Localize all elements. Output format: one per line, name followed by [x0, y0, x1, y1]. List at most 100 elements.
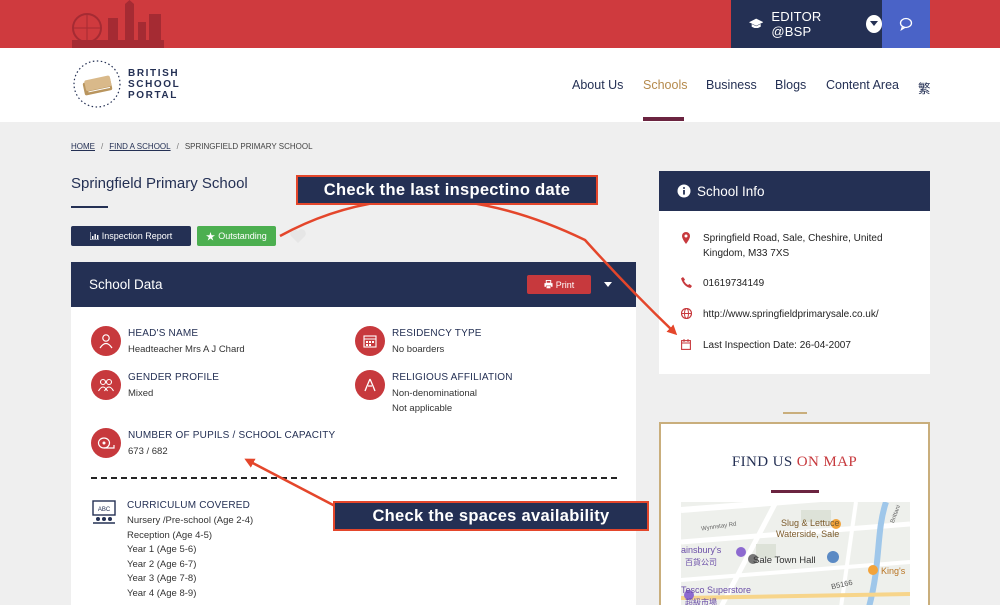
- blackboard-abc-icon: ABC: [92, 500, 116, 524]
- london-skyline-icon: [72, 0, 164, 48]
- chat-button[interactable]: [882, 0, 930, 48]
- curriculum-item: Year 3 (Age 7-8): [127, 573, 197, 585]
- religious-affiliation-value: Non-denominational Not applicable: [392, 387, 477, 416]
- section-divider: [91, 477, 617, 479]
- nav-content-area[interactable]: Content Area: [826, 78, 899, 92]
- map-label-slug: Slug & Lettuce: [781, 518, 840, 528]
- religion-value-line-2: Not applicable: [392, 402, 453, 414]
- globe-icon: [681, 308, 692, 319]
- top-bar: EDITOR @BSP: [0, 0, 1000, 48]
- school-data-card: School Data Print HEAD'S NAME Headteache…: [71, 262, 636, 605]
- website-link[interactable]: http://www.springfieldprimarysale.co.uk/: [703, 307, 879, 322]
- people-icon: [91, 370, 121, 400]
- map-title-divider: [771, 490, 819, 493]
- address-text: Springfield Road, Sale, Cheshire, United…: [703, 231, 883, 261]
- breadcrumb-current: SPRINGFIELD PRIMARY SCHOOL: [184, 142, 313, 151]
- logo-line-portal: PORTAL: [128, 90, 178, 101]
- logo-text[interactable]: BRITISH SCHOOL PORTAL: [128, 68, 180, 101]
- curriculum-item: Year 1 (Age 5-6): [127, 544, 197, 556]
- nav-language-toggle[interactable]: 繁: [918, 78, 931, 97]
- pupils-capacity-value: 673 / 682: [128, 446, 168, 457]
- nav-schools[interactable]: Schools: [643, 78, 687, 92]
- title-divider: [71, 206, 108, 208]
- nav-blogs[interactable]: Blogs: [775, 78, 806, 92]
- map-label-sainsburys: ainsbury's: [681, 545, 722, 555]
- logo-line-british: BRITISH: [128, 68, 180, 79]
- inspection-report-label: Inspection Report: [101, 231, 173, 241]
- chevron-down-icon[interactable]: [604, 282, 612, 287]
- sidebar-divider: [783, 412, 807, 414]
- inspection-date-text: Last Inspection Date: 26-04-2007: [703, 340, 851, 351]
- gender-profile-label: GENDER PROFILE: [128, 372, 220, 383]
- school-info-header: School Info: [659, 171, 930, 211]
- person-icon: [91, 326, 121, 356]
- outstanding-badge[interactable]: Outstanding: [197, 226, 276, 246]
- curriculum-item: Reception (Age 4-5): [127, 529, 213, 541]
- map-label-sale-town-hall: Sale Town Hall: [753, 555, 816, 566]
- nav-business[interactable]: Business: [706, 78, 757, 92]
- religious-affiliation-label: RELIGIOUS AFFILIATION: [392, 372, 513, 383]
- page-title: Springfield Primary School: [71, 175, 248, 192]
- calendar-grid-icon: [355, 326, 385, 356]
- annotation-inspection-date: Check the last inspectino date: [296, 175, 598, 205]
- svg-text:ABC: ABC: [98, 507, 111, 513]
- map-label-kings: King's: [881, 566, 906, 576]
- map-view[interactable]: Slug & Lettuce Waterside, Sale Wynnstay …: [681, 502, 910, 605]
- editor-label: EDITOR @BSP: [771, 9, 822, 39]
- school-info-title: School Info: [697, 184, 765, 199]
- logo-line-school: SCHOOL: [128, 79, 181, 90]
- nav-active-indicator: [643, 117, 684, 121]
- heads-name-label: HEAD'S NAME: [128, 328, 199, 339]
- curriculum-item: Nursery /Pre-school (Age 2-4): [127, 515, 254, 526]
- school-info-card: School Info Springfield Road, Sale, Ches…: [659, 171, 930, 374]
- favorite-heart-icon[interactable]: [289, 228, 307, 244]
- map-label-tesco: Tesco Superstore: [681, 585, 752, 595]
- chevron-down-icon[interactable]: [865, 15, 883, 33]
- breadcrumb-home-link[interactable]: HOME: [71, 142, 95, 151]
- religion-value-line-1: Non-denominational: [392, 388, 478, 399]
- breadcrumb-find-school-link[interactable]: FIND A SCHOOL: [109, 142, 170, 151]
- map-pin-icon: [682, 232, 690, 244]
- inspection-report-button[interactable]: Inspection Report: [71, 226, 191, 246]
- address-line-1: Springfield Road, Sale, Cheshire, United: [703, 233, 883, 244]
- heads-name-value: Headteacher Mrs A J Chard: [128, 344, 245, 355]
- british-school-portal-logo-icon[interactable]: [72, 59, 122, 109]
- curriculum-list: Nursery /Pre-school (Age 2-4) Reception …: [127, 514, 253, 602]
- graduation-cap-icon: [749, 18, 764, 29]
- print-button[interactable]: Print: [527, 275, 591, 294]
- nav-about-us[interactable]: About Us: [572, 78, 623, 92]
- editor-account-menu[interactable]: EDITOR @BSP: [731, 0, 883, 48]
- chat-bubble-icon: [899, 17, 913, 31]
- star-icon: [206, 231, 216, 241]
- address-line-2: Kingdom, M33 7XS: [703, 248, 790, 259]
- map-label-tesco-cn: 超級市場: [685, 598, 717, 605]
- residency-type-value: No boarders: [392, 344, 445, 355]
- school-data-title: School Data: [89, 277, 163, 292]
- site-header: BRITISH SCHOOL PORTAL About Us Schools B…: [0, 48, 1000, 122]
- bar-chart-icon: [89, 232, 99, 240]
- map-label-waterside: Waterside, Sale: [776, 529, 840, 539]
- phone-text[interactable]: 01619734149: [703, 276, 764, 291]
- map-title: FIND US ON MAP: [661, 454, 928, 471]
- curriculum-label: CURRICULUM COVERED: [127, 500, 251, 511]
- phone-icon: [681, 277, 692, 288]
- curriculum-item: Year 4 (Age 8-9): [127, 587, 197, 599]
- map-title-main: FIND US: [731, 454, 793, 470]
- gender-profile-value: Mixed: [128, 388, 154, 399]
- residency-type-label: RESIDENCY TYPE: [392, 328, 482, 339]
- calendar-icon: [681, 339, 691, 350]
- map-title-highlight: ON MAP: [796, 454, 858, 470]
- praying-hands-icon: [355, 370, 385, 400]
- print-label: Print: [555, 279, 575, 290]
- outstanding-label: Outstanding: [218, 231, 267, 241]
- info-circle-icon: [677, 184, 691, 198]
- printer-icon: [544, 280, 553, 289]
- curriculum-item: Year 2 (Age 6-7): [127, 558, 197, 570]
- find-us-map-card: FIND US ON MAP Slug & Lettuce Waterside,…: [659, 422, 930, 605]
- measuring-tape-icon: [91, 428, 121, 458]
- school-data-header: School Data Print: [71, 262, 636, 307]
- annotation-spaces-availability: Check the spaces availability: [333, 501, 649, 531]
- breadcrumb: HOME / FIND A SCHOOL / SPRINGFIELD PRIMARY S…: [71, 142, 313, 151]
- pupils-capacity-label: NUMBER OF PUPILS / SCHOOL CAPACITY: [128, 430, 336, 441]
- map-label-sainsburys-cn: 百貨公司: [685, 558, 717, 567]
